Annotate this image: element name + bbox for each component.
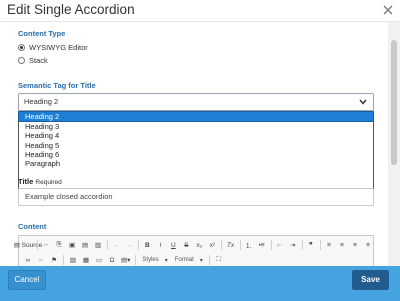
horizontal-line-icon[interactable]: ▭ xyxy=(94,255,104,266)
italic-button[interactable]: I xyxy=(155,240,165,251)
styles-label: Styles xyxy=(142,257,159,263)
wysiwyg-editor: ▤ Source ✂ ⎘ ▣ ▤ ▥ ← → B I U S x₂ x² Tx xyxy=(14,235,374,266)
dropdown-option-paragraph[interactable]: Paragraph xyxy=(19,159,373,168)
unlink-icon[interactable]: ∞ xyxy=(36,255,46,266)
scrollbar-thumb[interactable] xyxy=(391,40,397,165)
source-label: Source xyxy=(21,241,43,249)
decrease-indent-icon[interactable]: ⇤ xyxy=(275,240,285,251)
title-input[interactable]: Example closed accordion xyxy=(18,188,374,206)
image-icon[interactable]: ▨ xyxy=(68,255,78,266)
blockquote-icon[interactable]: ❞ xyxy=(306,240,316,251)
subscript-button[interactable]: x₂ xyxy=(194,240,204,251)
radio-label: Stack xyxy=(29,55,48,65)
paste-word-icon[interactable]: ▥ xyxy=(93,240,103,251)
link-icon[interactable]: ∞ xyxy=(23,255,33,266)
dropdown-option-heading-5[interactable]: Heading 5 xyxy=(19,141,373,150)
paste-text-icon[interactable]: ▤ xyxy=(80,240,90,251)
format-dropdown[interactable]: Format ▾ xyxy=(173,255,205,265)
toolbar-separator xyxy=(208,255,210,265)
increase-indent-icon[interactable]: ⇥ xyxy=(288,240,298,251)
modal-footer: Cancel Save xyxy=(0,266,400,301)
radio-stack[interactable]: Stack xyxy=(18,55,48,65)
semantic-tag-label: Semantic Tag for Title xyxy=(18,81,96,90)
cancel-button[interactable]: Cancel xyxy=(8,270,46,290)
chevron-down-icon xyxy=(359,99,367,105)
paste-icon[interactable]: ▣ xyxy=(67,240,77,251)
toolbar-separator xyxy=(63,255,64,265)
chevron-down-icon: ▾ xyxy=(199,257,203,264)
format-label: Format xyxy=(174,257,194,263)
semantic-tag-dropdown: Heading 2 Heading 3 Heading 4 Heading 5 … xyxy=(18,111,374,189)
title-label: Title Required xyxy=(18,177,62,186)
maximize-icon[interactable]: ⛶ xyxy=(214,255,224,266)
superscript-button[interactable]: x² xyxy=(207,240,217,251)
modal-scrollbar[interactable] xyxy=(388,22,400,266)
radio-label: WYSIWYG Editor xyxy=(29,42,88,52)
dropdown-option-heading-3[interactable]: Heading 3 xyxy=(19,122,373,131)
dropdown-option-heading-2[interactable]: Heading 2 xyxy=(18,111,374,122)
toolbar-separator xyxy=(135,255,137,265)
dropdown-option-heading-6[interactable]: Heading 6 xyxy=(19,150,373,159)
special-char-icon[interactable]: Ω xyxy=(107,255,117,266)
close-icon[interactable] xyxy=(381,3,395,17)
dropdown-option-heading-4[interactable]: Heading 4 xyxy=(19,131,373,140)
source-button[interactable]: ▤ Source xyxy=(14,240,43,251)
bold-button[interactable]: B xyxy=(142,240,152,251)
modal-title: Edit Single Accordion xyxy=(7,2,135,17)
edit-accordion-modal: Edit Single Accordion Content Type WYSIW… xyxy=(0,0,400,301)
editor-toolbar-row-2: ∞ ∞ ⚑ ▨ ▦ ▭ Ω ▤▾ Styles ▾ Format ▾ ⛶ xyxy=(19,253,373,266)
editor-toolbar-row-1: ▤ Source ✂ ⎘ ▣ ▤ ▥ ← → B I U S x₂ x² Tx xyxy=(14,238,373,252)
title-label-text: Title xyxy=(18,177,34,186)
modal-header: Edit Single Accordion xyxy=(0,0,400,22)
underline-button[interactable]: U xyxy=(168,240,178,251)
select-value: Heading 2 xyxy=(24,97,59,106)
styles-dropdown[interactable]: Styles ▾ xyxy=(140,255,169,265)
content-label: Content xyxy=(18,222,47,231)
align-left-icon[interactable]: ≡ xyxy=(324,240,334,251)
radio-wysiwyg-editor[interactable]: WYSIWYG Editor xyxy=(18,42,88,52)
modal-body: Content Type WYSIWYG Editor Stack Semant… xyxy=(0,22,388,266)
table-icon[interactable]: ▦ xyxy=(81,255,91,266)
required-indicator: Required xyxy=(35,179,62,186)
chevron-down-icon: ▾ xyxy=(164,257,168,264)
remove-format-icon[interactable]: Tx xyxy=(226,240,236,251)
templates-icon[interactable]: ▤▾ xyxy=(120,255,131,266)
justify-icon[interactable]: ≡ xyxy=(363,240,373,251)
content-type-label: Content Type xyxy=(18,29,66,38)
save-button[interactable]: Save xyxy=(352,270,389,290)
cut-icon[interactable]: ✂ xyxy=(41,240,51,251)
radio-button[interactable] xyxy=(18,56,25,64)
align-center-icon[interactable]: ≡ xyxy=(337,240,347,251)
anchor-flag-icon[interactable]: ⚑ xyxy=(49,255,59,266)
bulleted-list-icon[interactable]: •≡ xyxy=(257,240,267,251)
numbered-list-icon[interactable]: ⒈ xyxy=(244,240,254,251)
semantic-tag-select[interactable]: Heading 2 xyxy=(18,93,374,111)
radio-button-checked[interactable] xyxy=(18,43,25,51)
strikethrough-button[interactable]: S xyxy=(181,240,191,251)
redo-icon[interactable]: → xyxy=(124,240,134,251)
align-right-icon[interactable]: ≡ xyxy=(350,240,360,251)
copy-icon[interactable]: ⎘ xyxy=(54,240,64,251)
undo-icon[interactable]: ← xyxy=(111,240,121,251)
